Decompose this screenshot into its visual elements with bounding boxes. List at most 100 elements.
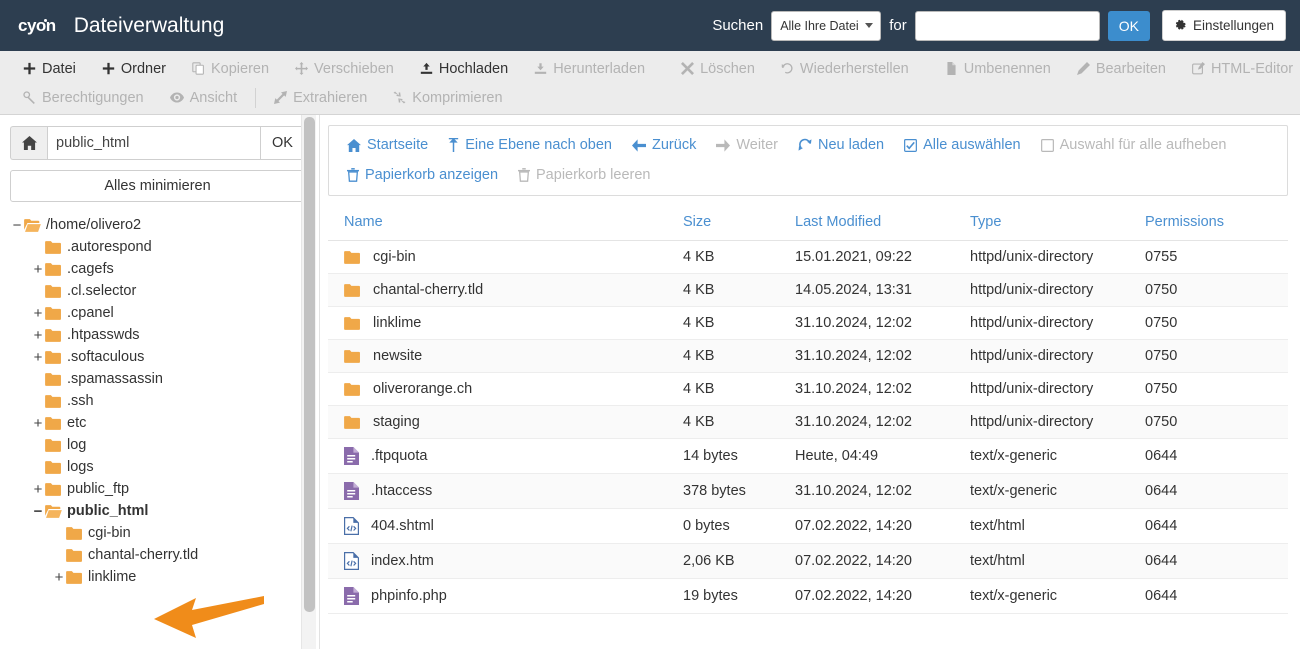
table-row[interactable]: cgi-bin 4 KB 15.01.2021, 09:22 httpd/unix-d… [328,240,1288,274]
table-row[interactable]: .ftpquota 14 bytes Heute, 04:49 text/x-gene… [328,438,1288,474]
column-header-permissions[interactable]: Permissions [1145,205,1288,241]
nav-home[interactable]: Startseite [337,137,438,153]
toolbar-permissions-label: Berechtigungen [42,89,144,106]
toolbar-restore[interactable]: Wiederherstellen [768,61,922,77]
search-scope-select[interactable]: Alle Ihre Dateien [771,10,882,41]
path-ok-button[interactable]: OK [260,126,305,160]
tree-item-cagefs[interactable]: + .cagefs [0,258,319,280]
cell-name[interactable]: newsite [328,339,683,373]
table-row[interactable]: 404.shtml 0 bytes 07.02.2022, 14:20 text/ht… [328,508,1288,544]
tree-item-public-ftp[interactable]: + public_ftp [0,478,319,500]
cell-permissions: 0755 [1145,240,1288,274]
main-toolbar: Datei Ordner Kopieren Verschieben Hochla… [0,51,1300,115]
nav-reload[interactable]: Neu laden [788,137,894,153]
cell-name[interactable]: staging [328,405,683,439]
column-header-last-modified[interactable]: Last Modified [795,205,970,241]
tree-item-label: /home/olivero2 [46,217,142,233]
tree-item-ssh[interactable]: .ssh [0,390,319,412]
cell-name[interactable]: .ftpquota [328,438,683,474]
nav-deselect-all[interactable]: Auswahl für alle aufheben [1031,137,1237,153]
sidebar-scrollbar-thumb[interactable] [304,117,315,612]
tree-expand-icon[interactable]: + [31,350,45,365]
file-table-head: Name Size Last Modified Type Permissions [328,205,1288,241]
toolbar-view[interactable]: Ansicht [157,90,251,106]
toolbar-row-2: Berechtigungen Ansicht Extrahieren Kompr… [0,83,1300,112]
tree-expand-icon[interactable]: + [31,328,45,343]
tree-expand-icon[interactable]: + [31,482,45,497]
toolbar-copy[interactable]: Kopieren [179,61,282,77]
gear-icon [1174,19,1187,32]
table-row[interactable]: linklime 4 KB 31.10.2024, 12:02 httpd/unix-… [328,306,1288,340]
page-title: Dateiverwaltung [73,13,225,37]
toolbar-edit[interactable]: Bearbeiten [1064,61,1179,77]
path-input[interactable] [47,126,260,160]
toolbar-delete[interactable]: Löschen [668,61,768,77]
toolbar-upload[interactable]: Hochladen [407,61,521,77]
settings-button[interactable]: Einstellungen [1161,10,1286,41]
tree-item-autorespond[interactable]: .autorespond [0,236,319,258]
tree-expand-icon[interactable]: + [31,416,45,431]
nav-back[interactable]: Zurück [622,137,706,153]
tree-item-softaculous[interactable]: + .softaculous [0,346,319,368]
cell-name[interactable]: index.htm [328,543,683,579]
tree-expand-icon[interactable]: + [52,570,66,585]
toolbar-rename[interactable]: Umbenennen [932,61,1064,77]
column-header-size[interactable]: Size [683,205,795,241]
toolbar-extract[interactable]: Extrahieren [261,90,380,106]
nav-empty-trash[interactable]: Papierkorb leeren [508,167,660,183]
search-input[interactable] [914,10,1100,41]
cell-name[interactable]: phpinfo.php [328,578,683,614]
tree-item-cl-selector[interactable]: .cl.selector [0,280,319,302]
table-row[interactable]: phpinfo.php 19 bytes 07.02.2022, 14:20 text… [328,578,1288,614]
toolbar-new-file[interactable]: Datei [10,61,89,77]
nav-up-one-level[interactable]: Eine Ebene nach oben [438,137,622,153]
cell-name[interactable]: cgi-bin [328,240,683,274]
toolbar-download[interactable]: Herunterladen [521,61,658,77]
nav-select-all[interactable]: Alle auswählen [894,137,1031,153]
file-name-label: linklime [373,315,422,331]
tree-item-etc[interactable]: + etc [0,412,319,434]
search-ok-button[interactable]: OK [1107,10,1150,41]
tree-collapse-icon[interactable]: − [10,218,24,233]
cell-size: 378 bytes [683,473,795,509]
tree-item-logs[interactable]: logs [0,456,319,478]
toolbar-html-editor[interactable]: HTML-Editor [1179,61,1300,77]
tree-expand-icon[interactable]: + [31,262,45,277]
collapse-all-button[interactable]: Alles minimieren [10,170,305,202]
folder-open-icon [45,504,62,518]
column-header-type[interactable]: Type [970,205,1145,241]
toolbar-move[interactable]: Verschieben [282,61,407,77]
tree-item-chantal-cherry-tld[interactable]: chantal-cherry.tld [0,544,319,566]
column-header-name[interactable]: Name [328,205,683,241]
tree-item-cpanel[interactable]: + .cpanel [0,302,319,324]
tree-item-htpasswds[interactable]: + .htpasswds [0,324,319,346]
table-row[interactable]: staging 4 KB 31.10.2024, 12:02 httpd/unix-d… [328,405,1288,439]
text-file-icon [344,447,359,465]
table-row[interactable]: index.htm 2,06 KB 07.02.2022, 14:20 text/ht… [328,543,1288,579]
sidebar-scrollbar[interactable] [301,115,316,649]
table-row[interactable]: oliverorange.ch 4 KB 31.10.2024, 12:02 http… [328,372,1288,406]
toolbar-separator [255,87,257,108]
tree-expand-icon[interactable]: + [31,306,45,321]
cell-name[interactable]: chantal-cherry.tld [328,273,683,307]
tree-item-label: chantal-cherry.tld [88,547,199,563]
cell-name[interactable]: .htaccess [328,473,683,509]
nav-show-trash[interactable]: Papierkorb anzeigen [337,167,508,183]
table-row[interactable]: .htaccess 378 bytes 31.10.2024, 12:02 text/… [328,473,1288,509]
toolbar-compress[interactable]: Komprimieren [380,90,515,106]
table-row[interactable]: newsite 4 KB 31.10.2024, 12:02 httpd/unix-d… [328,339,1288,373]
cell-name[interactable]: linklime [328,306,683,340]
nav-forward[interactable]: Weiter [706,137,788,153]
tree-item-public-html[interactable]: − public_html [0,500,319,522]
tree-item-spamassassin[interactable]: .spamassassin [0,368,319,390]
tree-item-log[interactable]: log [0,434,319,456]
table-row[interactable]: chantal-cherry.tld 4 KB 14.05.2024, 13:31 h… [328,273,1288,307]
toolbar-new-folder[interactable]: Ordner [89,61,179,77]
cell-name[interactable]: 404.shtml [328,508,683,544]
tree-collapse-icon[interactable]: − [31,504,45,519]
tree-item-home-olivero2[interactable]: − /home/olivero2 [0,214,319,236]
toolbar-permissions[interactable]: Berechtigungen [10,90,157,106]
cell-name[interactable]: oliverorange.ch [328,372,683,406]
path-home-button[interactable] [10,126,47,160]
tree-item-cgi-bin[interactable]: cgi-bin [0,522,319,544]
